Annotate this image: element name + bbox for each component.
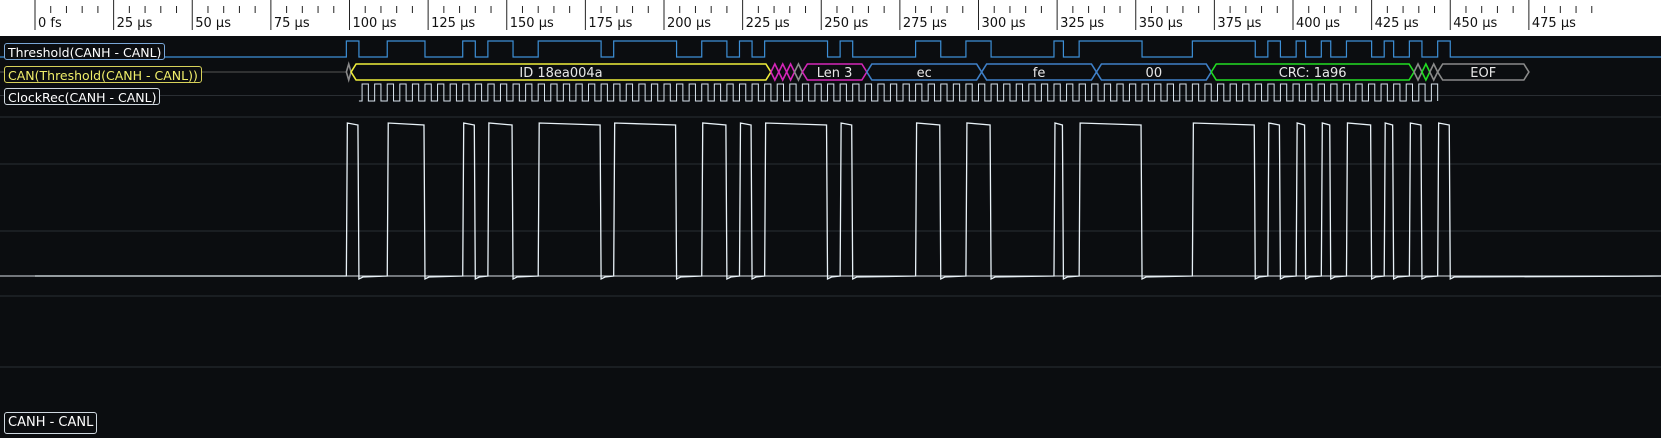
waveform-view[interactable]: ID 18ea004a Len 3 ec fe 00 CRC: 1a96 EOF Thres… <box>0 36 1661 438</box>
threshold-channel-label[interactable]: Threshold(CANH - CANL) <box>4 43 166 60</box>
tick-label: 325 µs <box>1060 16 1104 31</box>
can-field-text: Len 3 <box>817 66 853 81</box>
tick-label: 225 µs <box>746 16 790 31</box>
tick-label: 25 µs <box>117 16 153 31</box>
waveform-canvas: ID 18ea004a Len 3 ec fe 00 CRC: 1a96 EOF <box>0 40 1661 368</box>
can-field-shape <box>1413 62 1423 82</box>
tick-label: 200 µs <box>667 16 711 31</box>
can-field-shape <box>793 62 804 82</box>
can-field-shape <box>785 62 796 82</box>
tick-label: 150 µs <box>510 16 554 31</box>
tick-label: 400 µs <box>1296 16 1340 31</box>
can-decoder-channel-label[interactable]: CAN(Threshold(CANH - CANL)) <box>4 66 202 83</box>
tick-label: 300 µs <box>982 16 1026 31</box>
can-field-text: ID 18ea004a <box>519 66 602 81</box>
can-field-text: EOF <box>1470 66 1496 81</box>
clock-trace <box>358 83 1439 102</box>
can-field-shape <box>1428 62 1439 82</box>
can-field-shape <box>1421 62 1431 82</box>
time-ruler-ticks: 0 fs 25 µs 50 µs 75 µs 100 µs 125 µs 150 µs 175… <box>34 0 1593 31</box>
tick-label: 0 fs <box>38 16 62 31</box>
tick-label: 275 µs <box>903 16 947 31</box>
can-field-text: 00 <box>1146 66 1163 81</box>
can-field-shape <box>770 62 780 82</box>
can-field-text: CRC: 1a96 <box>1279 66 1347 81</box>
tick-label: 475 µs <box>1532 16 1576 31</box>
tick-label: 175 µs <box>588 16 632 31</box>
clock-recovery-channel-label[interactable]: ClockRec(CANH - CANL) <box>4 88 161 105</box>
tick-label: 425 µs <box>1375 16 1419 31</box>
tick-label: 250 µs <box>824 16 868 31</box>
threshold-trace <box>0 40 1661 58</box>
tick-label: 450 µs <box>1453 16 1497 31</box>
analog-channel-label[interactable]: CANH - CANL <box>4 412 98 434</box>
can-field-shape <box>777 62 788 82</box>
can-field-text: fe <box>1033 66 1046 81</box>
tick-label: 125 µs <box>431 16 475 31</box>
tick-label: 75 µs <box>274 16 310 31</box>
tick-label: 375 µs <box>1217 16 1261 31</box>
tick-label: 50 µs <box>195 16 231 31</box>
tick-label: 350 µs <box>1139 16 1183 31</box>
tick-label: 100 µs <box>353 16 397 31</box>
time-ruler[interactable]: 0 fs 25 µs 50 µs 75 µs 100 µs 125 µs 150 µs 175… <box>0 0 1661 36</box>
analog-trace <box>35 122 1661 281</box>
can-field-text: ec <box>917 66 932 81</box>
